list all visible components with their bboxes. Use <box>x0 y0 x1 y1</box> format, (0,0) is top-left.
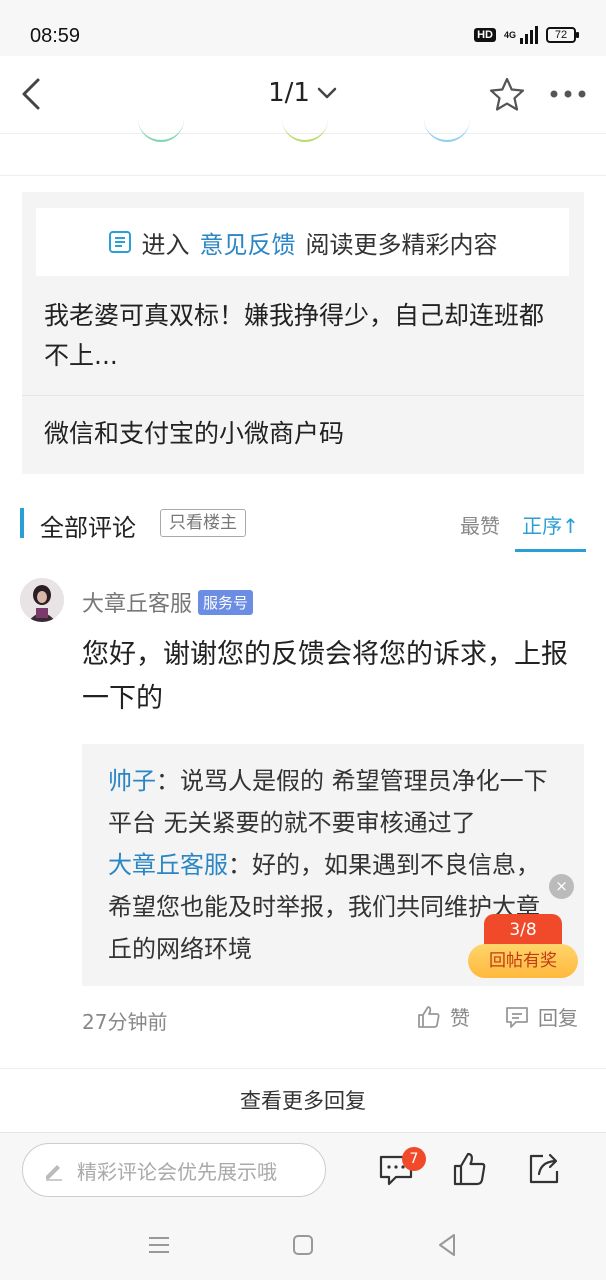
feedback-suffix: 阅读更多精彩内容 <box>305 230 498 259</box>
status-icons: HD 4G 72 <box>474 26 579 44</box>
service-badge: 服务号 <box>198 589 254 615</box>
home-icon[interactable] <box>288 1230 318 1260</box>
hd-icon: HD <box>474 28 496 42</box>
reward-label: 回帖有奖 <box>468 944 578 978</box>
reply-label: 回复 <box>538 1006 578 1030</box>
related-item[interactable]: 微信和支付宝的小微商户码 <box>44 414 344 454</box>
feedback-prefix: 进入 <box>141 230 190 259</box>
more-replies-button[interactable]: 查看更多回复 <box>0 1068 606 1132</box>
feedback-banner[interactable]: 进入 意见反馈 阅读更多精彩内容 <box>36 208 569 276</box>
comments-title: 全部评论 <box>40 514 136 542</box>
section-marker <box>20 508 24 538</box>
list-icon <box>108 231 131 253</box>
back-nav-icon[interactable] <box>432 1230 462 1260</box>
status-bar: 08:59 HD 4G 72 <box>0 0 606 56</box>
avatar-image <box>20 578 64 622</box>
avatar[interactable] <box>20 578 64 622</box>
page-indicator[interactable]: 1/1 <box>268 78 338 108</box>
bottom-toolbar: 精彩评论会优先展示哦 7 <box>0 1132 606 1206</box>
thumbs-up-icon[interactable] <box>452 1151 488 1187</box>
quote-line: 帅子：说骂人是假的 希望管理员净化一下平台 无关紧要的就不要审核通过了 <box>108 760 558 844</box>
quote-user[interactable]: 大章丘客服 <box>108 851 228 879</box>
battery-icon: 72 <box>546 27 579 43</box>
thumbs-up-icon <box>418 1005 440 1028</box>
comment-text: 您好，谢谢您的反馈会将您的诉求，上报一下的 <box>82 639 568 714</box>
sort-hot-tab[interactable]: 最赞 <box>460 510 500 539</box>
comment-placeholder: 精彩评论会优先展示哦 <box>77 1159 277 1184</box>
like-label: 赞 <box>450 1006 470 1030</box>
reply-button[interactable]: 回复 <box>504 1002 578 1031</box>
star-icon[interactable] <box>488 76 526 114</box>
comment-time: 27分钟前 <box>82 1010 168 1034</box>
more-icon[interactable] <box>548 86 588 102</box>
menu-icon[interactable] <box>144 1230 174 1260</box>
status-time: 08:59 <box>30 25 81 47</box>
comment-author: 大章丘客服 服务号 <box>82 586 254 618</box>
page-indicator-text: 1/1 <box>268 78 310 108</box>
comments-header: 全部评论 只看楼主 最赞 正序↑ <box>0 498 606 554</box>
signal-icon <box>520 26 538 44</box>
close-icon[interactable]: × <box>549 874 574 899</box>
comment-count-badge: 7 <box>402 1147 426 1171</box>
share-icon[interactable] <box>526 1151 562 1187</box>
quote-user[interactable]: 帅子 <box>108 767 156 795</box>
sort-order-tab[interactable]: 正序↑ <box>515 498 586 552</box>
reward-float-button[interactable]: 3/8 回帖有奖 <box>468 914 578 978</box>
network-type: 4G <box>503 30 516 40</box>
related-item[interactable]: 我老婆可真双标！嫌我挣得少，自己却连班都不上... <box>44 296 564 376</box>
divider <box>22 395 584 396</box>
pencil-icon <box>46 1165 62 1181</box>
comment-username[interactable]: 大章丘客服 <box>82 586 192 618</box>
comment-icon <box>506 1006 528 1028</box>
feedback-link[interactable]: 意见反馈 <box>200 225 296 260</box>
chevron-down-icon <box>317 87 337 99</box>
owner-only-button[interactable]: 只看楼主 <box>160 509 246 537</box>
quote-text: ：说骂人是假的 希望管理员净化一下平台 无关紧要的就不要审核通过了 <box>108 767 548 837</box>
system-nav-bar <box>0 1206 606 1280</box>
reward-progress: 3/8 <box>484 914 562 946</box>
like-button[interactable]: 赞 <box>416 1002 470 1031</box>
related-block: 进入 意见反馈 阅读更多精彩内容 我老婆可真双标！嫌我挣得少，自己却连班都不上.… <box>22 192 584 474</box>
comment-input[interactable]: 精彩评论会优先展示哦 <box>22 1143 326 1197</box>
